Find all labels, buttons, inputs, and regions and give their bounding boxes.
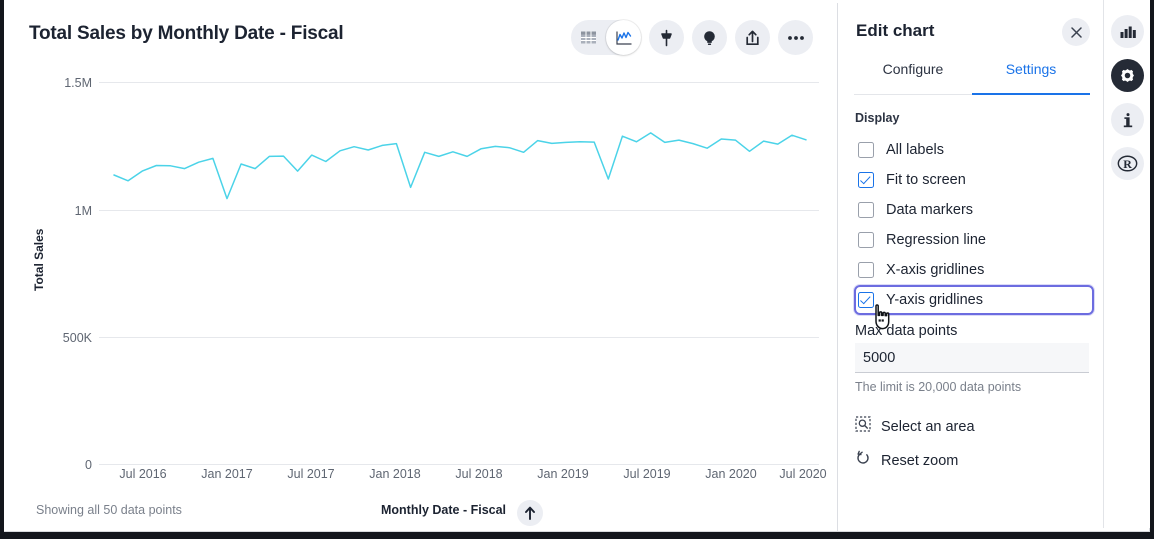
share-icon[interactable] xyxy=(735,20,770,55)
info-icon[interactable] xyxy=(1111,103,1144,136)
svg-text:R: R xyxy=(1123,157,1132,171)
option-x-axis-gridlines[interactable]: X-axis gridlines xyxy=(854,255,1094,285)
option-fit-to-screen[interactable]: Fit to screen xyxy=(854,165,1094,195)
tab-settings[interactable]: Settings xyxy=(972,61,1090,95)
option-label: All labels xyxy=(886,142,944,158)
option-label: X-axis gridlines xyxy=(886,262,984,278)
x-tick-label: Jul 2019 xyxy=(623,467,670,481)
max-data-points-label: Max data points xyxy=(855,323,957,339)
window-frame-bottom xyxy=(0,532,1154,539)
x-axis-title: Monthly Date - Fiscal xyxy=(381,503,506,517)
chart-toolbar xyxy=(571,20,813,55)
x-tick-label: Jan 2018 xyxy=(369,467,420,481)
x-tick-label: Jan 2019 xyxy=(537,467,588,481)
lightbulb-icon[interactable] xyxy=(692,20,727,55)
option-label: Regression line xyxy=(886,232,986,248)
main-card: Total Sales by Monthly Date - Fiscal xyxy=(4,3,1150,532)
checkbox-y-axis-gridlines[interactable] xyxy=(858,292,874,308)
chart-header: Total Sales by Monthly Date - Fiscal xyxy=(4,3,837,63)
x-tick-label: Jul 2016 xyxy=(119,467,166,481)
option-y-axis-gridlines[interactable]: Y-axis gridlines xyxy=(854,285,1094,315)
plot-area: Total Sales 1.5M 1M 500K 0 Jul 2016 Jan … xyxy=(4,63,837,493)
window-frame-right xyxy=(1150,0,1154,539)
checkbox-x-axis-gridlines[interactable] xyxy=(858,262,874,278)
x-tick-label: Jul 2017 xyxy=(287,467,334,481)
edit-chart-panel: Edit chart Configure Settings Display Al… xyxy=(838,3,1106,531)
checkbox-all-labels[interactable] xyxy=(858,142,874,158)
bar-chart-icon[interactable] xyxy=(1111,15,1144,48)
x-tick-label: Jul 2020 xyxy=(779,467,826,481)
action-label: Reset zoom xyxy=(881,453,958,469)
reset-zoom-icon xyxy=(855,450,871,471)
close-icon[interactable] xyxy=(1062,18,1090,46)
r-logo-icon[interactable]: R xyxy=(1111,147,1144,180)
data-point-count: Showing all 50 data points xyxy=(36,503,182,517)
option-regression-line[interactable]: Regression line xyxy=(854,225,1094,255)
table-view-icon[interactable] xyxy=(571,20,606,55)
option-data-markers[interactable]: Data markers xyxy=(854,195,1094,225)
line-series xyxy=(4,63,837,493)
option-label: Data markers xyxy=(886,202,973,218)
tab-configure[interactable]: Configure xyxy=(854,61,972,95)
action-label: Select an area xyxy=(881,419,975,435)
max-data-points-hint: The limit is 20,000 data points xyxy=(855,380,1021,394)
option-label: Fit to screen xyxy=(886,172,966,188)
checkbox-data-markers[interactable] xyxy=(858,202,874,218)
more-options-icon[interactable] xyxy=(778,20,813,55)
display-section-label: Display xyxy=(855,111,899,125)
max-data-points-input[interactable] xyxy=(855,343,1089,373)
window-frame-left xyxy=(0,0,4,539)
screenshot-root: Total Sales by Monthly Date - Fiscal xyxy=(0,0,1154,539)
page-title: Total Sales by Monthly Date - Fiscal xyxy=(29,23,343,45)
select-area-icon xyxy=(855,416,871,437)
x-tick-label: Jul 2018 xyxy=(455,467,502,481)
select-an-area-action[interactable]: Select an area xyxy=(855,416,975,437)
display-options-list: All labels Fit to screen Data markers Re… xyxy=(854,135,1094,315)
view-toggle-group xyxy=(571,20,641,55)
chart-pane: Total Sales by Monthly Date - Fiscal xyxy=(4,3,837,531)
gear-icon[interactable] xyxy=(1111,59,1144,92)
checkbox-regression-line[interactable] xyxy=(858,232,874,248)
panel-tabs: Configure Settings xyxy=(854,61,1090,95)
x-axis-ticks: Jul 2016 Jan 2017 Jul 2017 Jan 2018 Jul … xyxy=(4,467,837,493)
right-icon-rail: R xyxy=(1103,0,1150,528)
reset-zoom-action[interactable]: Reset zoom xyxy=(855,450,958,471)
x-tick-label: Jan 2017 xyxy=(201,467,252,481)
pin-icon[interactable] xyxy=(649,20,684,55)
chart-view-icon[interactable] xyxy=(606,20,641,55)
chart-footer: Showing all 50 data points Monthly Date … xyxy=(4,493,837,531)
x-tick-label: Jan 2020 xyxy=(705,467,756,481)
option-all-labels[interactable]: All labels xyxy=(854,135,1094,165)
option-label: Y-axis gridlines xyxy=(886,292,983,308)
panel-title: Edit chart xyxy=(856,21,934,41)
sort-ascending-icon[interactable] xyxy=(517,500,543,526)
checkbox-fit-to-screen[interactable] xyxy=(858,172,874,188)
